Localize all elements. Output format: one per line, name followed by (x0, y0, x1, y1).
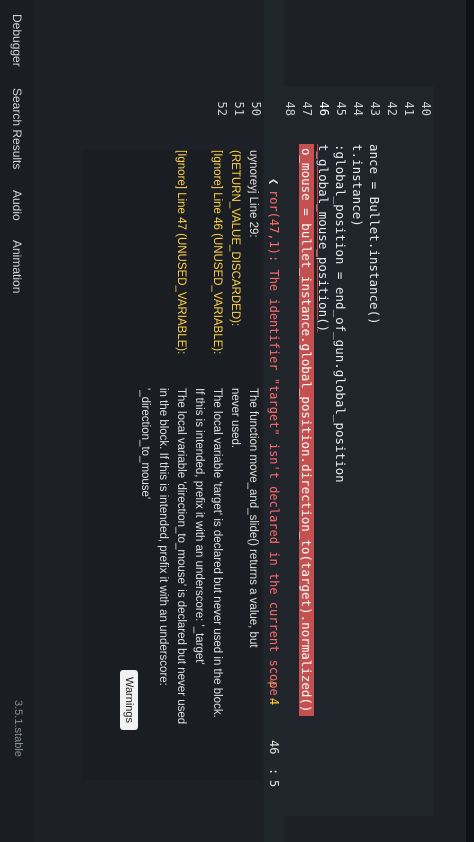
line-number-gutter: 40 41 42 43 44 45 46 47 48 49 50 51 52 (215, 86, 434, 122)
code-line-44[interactable]: t.instance) (349, 144, 366, 816)
line-number: 41 (402, 101, 416, 116)
warning-code[interactable]: (RETURN_VALUE_DISCARDED): (229, 150, 241, 326)
line-number: 50 (249, 101, 263, 116)
code-line-43[interactable]: ance = Bullet.instance() (366, 144, 383, 816)
code-line-46[interactable]: t_global_mouse_position() (315, 144, 332, 816)
warning-item[interactable]: uynoreyj Line 29: (247, 150, 259, 238)
warning-count[interactable]: 4 (264, 698, 284, 705)
line-number: 44 (351, 101, 365, 116)
code-line-45[interactable]: :global_position = end_of_gun.global_pos… (332, 144, 349, 816)
line-number: 42 (385, 101, 399, 116)
code-editor[interactable]: 40 41 42 43 44 45 46 47 48 49 50 51 52 a… (215, 86, 434, 816)
warning-icon[interactable]: ⚠ (264, 680, 284, 687)
line-number: 40 (419, 101, 433, 116)
warning-text: never used. (229, 388, 241, 449)
top-edge (466, 0, 474, 842)
warning-item[interactable]: [Ignore] Line 46 (UNUSED_VARIABLE): (211, 150, 223, 354)
cursor-line: 46 (267, 740, 281, 755)
line-number: 45 (334, 101, 348, 116)
warning-text: '_direction_to_mouse' (139, 388, 151, 500)
bottom-panel-tabs: Debugger Search Results Audio Animation … (0, 0, 34, 842)
tab-debugger[interactable]: Debugger (10, 14, 24, 67)
error-message[interactable]: ror(47,1): The identifier "target" isn't… (264, 190, 284, 703)
version-label: 3.5.1.stable (12, 700, 24, 757)
rotated-screen: 40 41 42 43 44 45 46 47 48 49 50 51 52 a… (0, 0, 474, 842)
warnings-panel: uynoreyj Line 29: (RETURN_VALUE_DISCARDE… (82, 150, 262, 780)
warning-text: If this is intended, prefix it with an u… (193, 388, 205, 665)
cursor-separator: : (267, 768, 281, 776)
tab-animation[interactable]: Animation (10, 240, 24, 293)
code-line-47-error[interactable]: o_mouse = bullet_instance.global_positio… (299, 144, 314, 717)
warning-text: The local variable 'direction_to_mouse' … (175, 388, 187, 725)
line-number: 47 (300, 101, 314, 116)
line-number: 43 (368, 101, 382, 116)
warning-text: in the block. If this is intended, prefi… (157, 388, 169, 686)
warning-text: The function move_and_slide() returns a … (247, 388, 259, 648)
collapse-icon[interactable]: ❮ (264, 178, 284, 185)
line-number: 51 (232, 101, 246, 116)
warning-descriptions: The function move_and_slide() returns a … (136, 388, 262, 788)
cursor-column: 5 (267, 780, 281, 788)
warning-item[interactable]: [Ignore] Line 47 (UNUSED_VARIABLE): (175, 150, 187, 354)
warning-text: The local variable 'target' is declared … (211, 388, 223, 718)
tab-audio[interactable]: Audio (10, 190, 24, 221)
warnings-tooltip: Warnings (120, 670, 138, 730)
line-number-current: 46 (317, 101, 331, 116)
line-number: 52 (215, 101, 229, 116)
error-status-bar: ❮ ror(47,1): The identifier "target" isn… (264, 0, 284, 842)
tab-search-results[interactable]: Search Results (10, 88, 24, 169)
code-lines[interactable]: ance = Bullet.instance() t.instance) :gl… (298, 144, 434, 816)
